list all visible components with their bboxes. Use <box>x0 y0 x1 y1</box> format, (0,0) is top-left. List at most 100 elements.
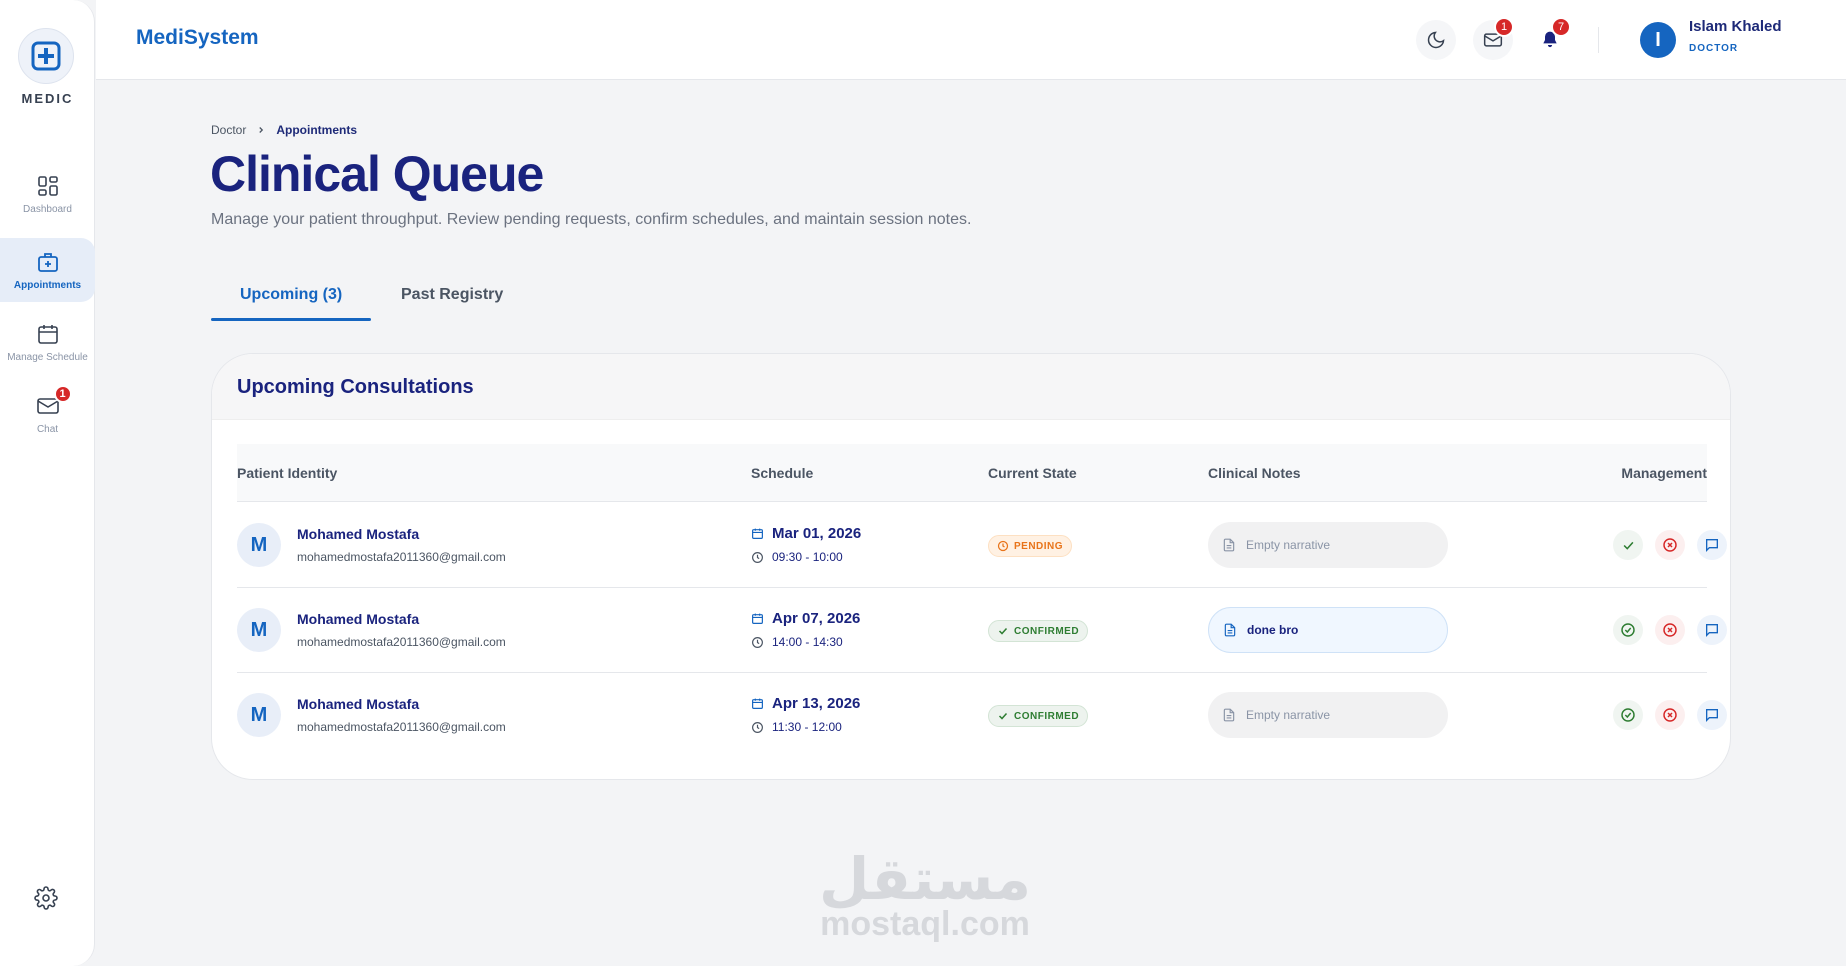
card-header: Upcoming Consultations <box>212 354 1730 420</box>
table-header: Patient Identity Schedule Current State … <box>237 444 1707 502</box>
clinical-note[interactable]: Empty narrative <box>1208 692 1448 738</box>
breadcrumb-current: Appointments <box>276 123 358 137</box>
note-text: Empty narrative <box>1246 708 1331 722</box>
status-badge: CONFIRMED <box>988 705 1089 727</box>
reject-button[interactable] <box>1655 615 1685 645</box>
reject-button[interactable] <box>1655 700 1685 730</box>
clock-icon <box>752 636 763 648</box>
medical-bag-icon <box>37 252 58 272</box>
check-icon <box>998 627 1008 635</box>
calendar-icon <box>752 613 763 624</box>
document-icon <box>1224 623 1236 637</box>
notifications-badge: 7 <box>1551 17 1571 37</box>
breadcrumb-root[interactable]: Doctor <box>211 123 246 137</box>
settings-button[interactable] <box>34 886 58 910</box>
logo-text: MEDIC <box>21 91 74 106</box>
page-subtitle: Manage your patient throughput. Review p… <box>211 211 972 228</box>
column-header: Management <box>1621 465 1707 481</box>
approve-button[interactable] <box>1613 700 1643 730</box>
user-role: DOCTOR <box>1689 43 1739 54</box>
status-text: CONFIRMED <box>1014 710 1080 722</box>
date-text: Apr 07, 2026 <box>772 610 861 627</box>
message-icon <box>1706 539 1718 552</box>
theme-toggle-button[interactable] <box>1416 20 1456 60</box>
approve-button[interactable] <box>1613 615 1643 645</box>
chevron-right-icon <box>259 127 264 133</box>
date-text: Mar 01, 2026 <box>772 525 862 542</box>
dashboard-grid-icon <box>37 175 58 196</box>
x-circle-icon <box>1663 538 1677 552</box>
clinical-note[interactable]: Empty narrative <box>1208 522 1448 568</box>
patient-name: Mohamed Mostafa <box>297 611 420 627</box>
sidebar-item-appointments[interactable]: Appointments <box>0 238 95 302</box>
patient-avatar: M <box>237 523 281 567</box>
check-circle-icon <box>1621 708 1635 722</box>
patient-email: mohamedmostafa2011360@gmail.com <box>297 550 506 564</box>
patient-name: Mohamed Mostafa <box>297 526 420 542</box>
document-icon <box>1223 538 1235 552</box>
status-badge: CONFIRMED <box>988 620 1089 642</box>
patient-name: Mohamed Mostafa <box>297 696 420 712</box>
document-icon <box>1223 708 1235 722</box>
column-header: Current State <box>988 465 1077 481</box>
tab-past-registry[interactable]: Past Registry <box>401 286 503 304</box>
status-text: PENDING <box>1014 540 1064 552</box>
card-title: Upcoming Consultations <box>237 376 474 398</box>
clock-icon <box>997 540 1009 552</box>
notifications-button[interactable]: 7 <box>1530 17 1571 60</box>
user-name[interactable]: Islam Khaled <box>1689 18 1782 35</box>
schedule-date: Apr 07, 2026 <box>751 610 860 627</box>
patient-email: mohamedmostafa2011360@gmail.com <box>297 635 506 649</box>
page-title: Clinical Queue <box>210 146 544 202</box>
clock-icon <box>752 721 763 733</box>
table-row[interactable]: M Mohamed Mostafa mohamedmostafa2011360@… <box>237 673 1727 758</box>
schedule-date: Mar 01, 2026 <box>751 525 861 542</box>
approve-button[interactable] <box>1613 530 1643 560</box>
time-text: 14:00 - 14:30 <box>772 635 843 649</box>
schedule-date: Apr 13, 2026 <box>751 695 860 712</box>
date-text: Apr 13, 2026 <box>772 695 861 712</box>
check-circle-icon <box>1621 623 1635 637</box>
header-divider <box>1598 27 1599 53</box>
gear-icon <box>34 886 58 910</box>
sidebar-item-dashboard[interactable]: Dashboard <box>0 162 95 226</box>
status-text: CONFIRMED <box>1014 625 1080 637</box>
clock-icon <box>752 551 763 563</box>
brand-title[interactable]: MediSystem <box>136 26 259 50</box>
schedule-time: 09:30 - 10:00 <box>751 550 843 564</box>
time-text: 11:30 - 12:00 <box>772 720 842 734</box>
patient-email: mohamedmostafa2011360@gmail.com <box>297 720 506 734</box>
reject-button[interactable] <box>1655 530 1685 560</box>
schedule-time: 14:00 - 14:30 <box>751 635 843 649</box>
calendar-icon <box>752 698 763 709</box>
messages-badge: 1 <box>1494 17 1514 37</box>
sidebar-item-label: Appointments <box>13 279 82 291</box>
tab-upcoming[interactable]: Upcoming (3) <box>240 286 342 304</box>
sidebar-item-label: Dashboard <box>23 203 72 215</box>
consultations-card: Upcoming Consultations Patient Identity … <box>211 353 1731 780</box>
schedule-time: 11:30 - 12:00 <box>751 720 842 734</box>
note-text: Empty narrative <box>1246 538 1331 552</box>
note-text: done bro <box>1247 623 1299 637</box>
patient-avatar: M <box>237 608 281 652</box>
chat-button[interactable] <box>1697 530 1727 560</box>
sidebar-item-label: Manage Schedule <box>7 351 88 363</box>
clinical-note[interactable]: done bro <box>1208 607 1448 653</box>
calendar-icon <box>37 324 58 344</box>
messages-button[interactable]: 1 <box>1473 17 1514 60</box>
watermark: مستقل mostaql.com <box>810 850 1040 942</box>
chat-button[interactable] <box>1697 700 1727 730</box>
sidebar-item-manage-schedule[interactable]: Manage Schedule <box>0 310 95 374</box>
user-avatar[interactable]: I <box>1640 22 1676 58</box>
x-circle-icon <box>1663 623 1677 637</box>
chat-button[interactable] <box>1697 615 1727 645</box>
watermark-latin: mostaql.com <box>820 905 1030 943</box>
x-circle-icon <box>1663 708 1677 722</box>
table-row[interactable]: M Mohamed Mostafa mohamedmostafa2011360@… <box>237 588 1727 673</box>
check-icon <box>998 712 1008 720</box>
table-row[interactable]: M Mohamed Mostafa mohamedmostafa2011360@… <box>237 503 1727 588</box>
watermark-arabic: مستقل <box>818 845 1032 913</box>
logo[interactable] <box>18 28 74 84</box>
active-tab-indicator <box>211 318 371 321</box>
sidebar-item-chat[interactable]: 1 Chat <box>0 382 95 446</box>
